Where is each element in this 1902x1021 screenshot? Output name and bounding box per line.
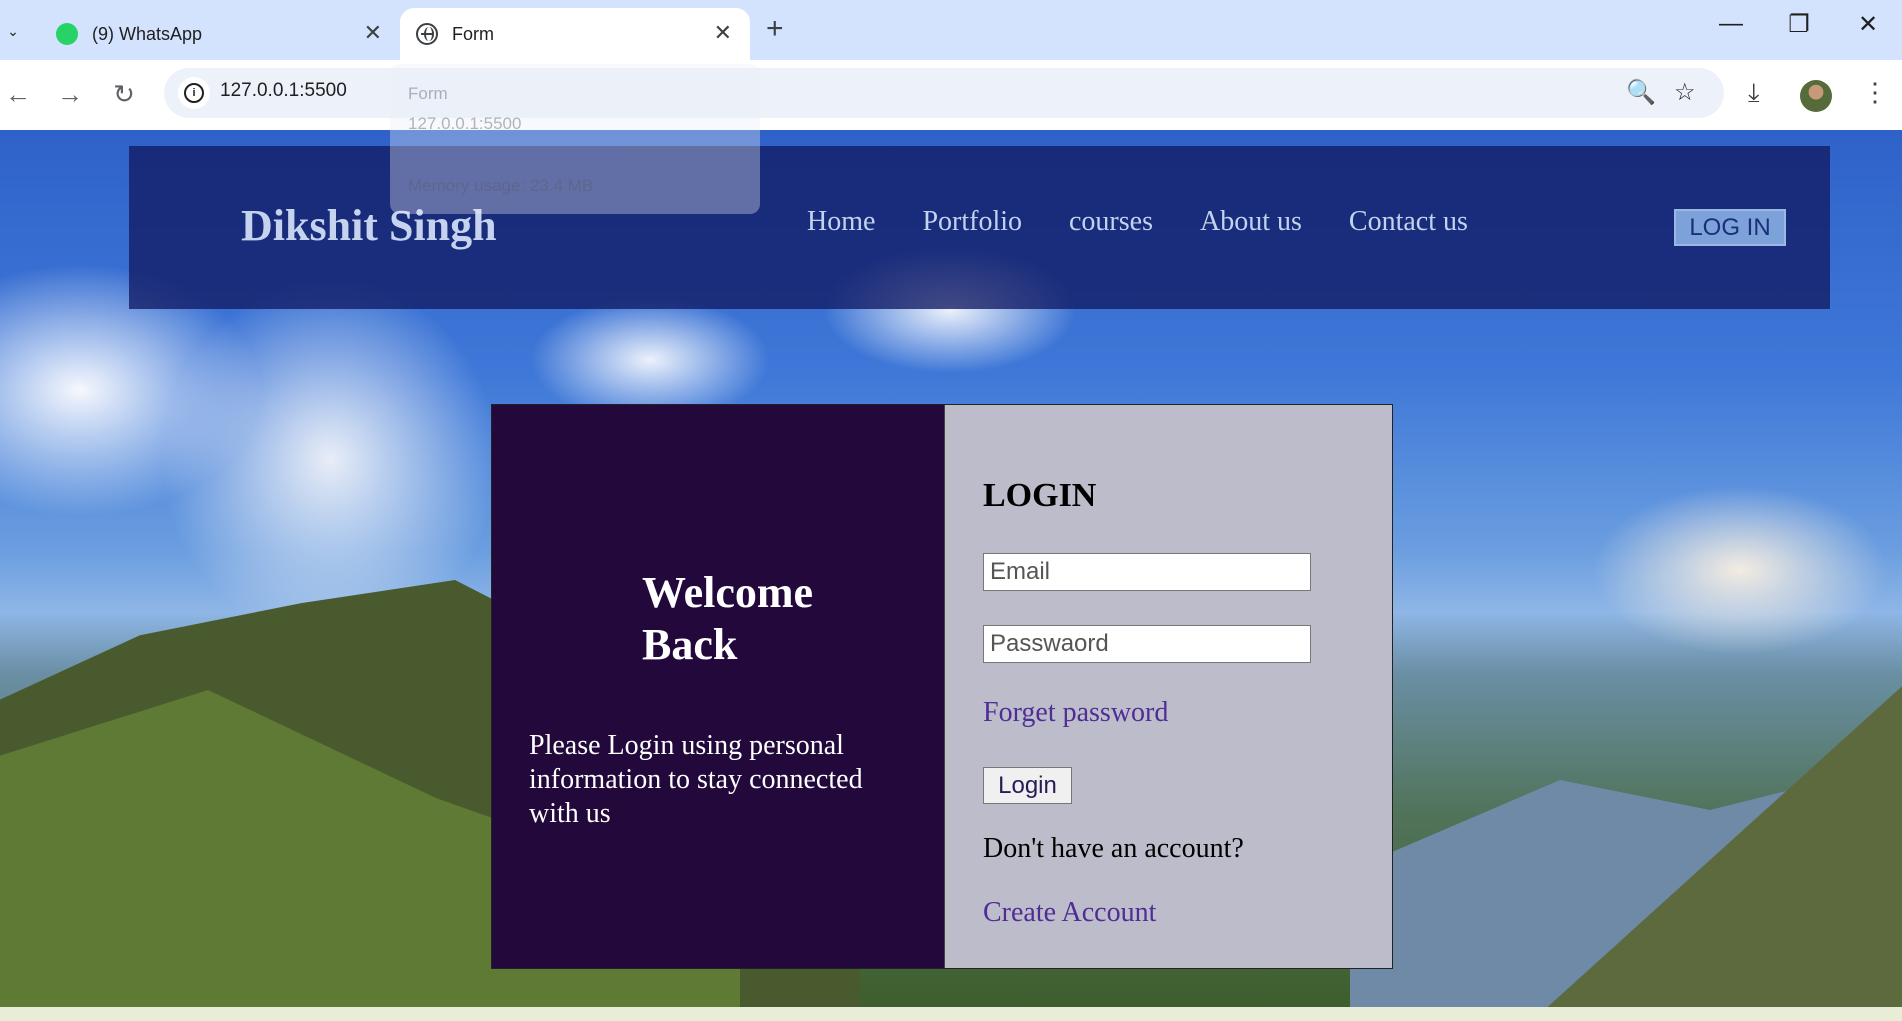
tab-whatsapp[interactable]: (9) WhatsApp ✕ xyxy=(40,8,400,60)
minimize-icon[interactable]: — xyxy=(1711,10,1751,38)
login-card: Welcome Back Please Login using personal… xyxy=(491,404,1393,969)
url-text[interactable]: 127.0.0.1:5500 xyxy=(220,80,347,102)
create-account-link[interactable]: Create Account xyxy=(983,897,1156,929)
site-navbar: Dikshit Singh Home Portfolio courses Abo… xyxy=(129,146,1830,309)
site-info-button[interactable]: i xyxy=(178,77,210,109)
nav-login-button[interactable]: LOG IN xyxy=(1674,209,1786,246)
browser-toolbar: ← → ↻ i 127.0.0.1:5500 🔍 ☆ ⤓ ⋮ xyxy=(0,60,1902,130)
restore-icon[interactable]: ❐ xyxy=(1779,10,1819,39)
tab-title: Form xyxy=(452,23,494,44)
new-tab-icon[interactable]: + xyxy=(766,12,784,46)
bookmark-star-icon[interactable]: ☆ xyxy=(1674,78,1696,107)
tab-hover-card: Form 127.0.0.1:5500 Memory usage: 23.4 M… xyxy=(390,64,760,214)
forward-icon[interactable]: → xyxy=(52,78,88,110)
welcome-message: Please Login using personal information … xyxy=(529,730,863,829)
forgot-password-link[interactable]: Forget password xyxy=(983,697,1168,729)
menu-icon[interactable]: ⋮ xyxy=(1862,77,1888,108)
tab-title: (9) WhatsApp xyxy=(92,23,203,44)
welcome-heading: Welcome Back xyxy=(642,568,814,669)
nav-link-portfolio[interactable]: Portfolio xyxy=(922,206,1022,238)
login-form-panel: LOGIN Forget password Login Don't have a… xyxy=(944,405,1392,968)
info-icon: i xyxy=(184,83,204,103)
tab-form[interactable]: Form ✕ xyxy=(400,8,750,60)
back-icon[interactable]: ← xyxy=(0,78,36,110)
nav-link-courses[interactable]: courses xyxy=(1069,206,1153,238)
password-field[interactable] xyxy=(983,625,1311,663)
browser-tab-bar: ⌄ (9) WhatsApp ✕ Form ✕ + — ❐ ✕ xyxy=(0,0,1902,60)
nav-links: Home Portfolio courses About us Contact … xyxy=(807,206,1515,238)
reload-icon[interactable]: ↻ xyxy=(106,78,142,110)
close-tab-icon[interactable]: ✕ xyxy=(364,22,382,44)
welcome-panel: Welcome Back Please Login using personal… xyxy=(492,405,944,968)
profile-avatar[interactable] xyxy=(1800,80,1832,112)
taskbar-edge xyxy=(0,1007,1902,1021)
email-field[interactable] xyxy=(983,553,1311,591)
page-background: Dikshit Singh Home Portfolio courses Abo… xyxy=(0,130,1902,1007)
no-account-text: Don't have an account? xyxy=(983,833,1244,864)
login-submit-button[interactable]: Login xyxy=(983,767,1072,804)
globe-icon xyxy=(416,23,438,45)
window-close-icon[interactable]: ✕ xyxy=(1848,10,1888,39)
close-tab-icon[interactable]: ✕ xyxy=(714,22,732,44)
download-icon[interactable]: ⤓ xyxy=(1748,77,1760,109)
hover-memory: Memory usage: 23.4 MB xyxy=(408,176,594,195)
nav-link-home[interactable]: Home xyxy=(807,206,875,238)
hover-title: Form xyxy=(408,84,448,103)
nav-link-contact[interactable]: Contact us xyxy=(1349,206,1468,238)
login-heading: LOGIN xyxy=(983,477,1097,514)
zoom-icon[interactable]: 🔍 xyxy=(1626,78,1656,107)
whatsapp-icon xyxy=(56,23,78,45)
hover-url: 127.0.0.1:5500 xyxy=(408,114,522,133)
tab-list-chevron-icon[interactable]: ⌄ xyxy=(0,14,26,48)
nav-link-about[interactable]: About us xyxy=(1200,206,1302,238)
